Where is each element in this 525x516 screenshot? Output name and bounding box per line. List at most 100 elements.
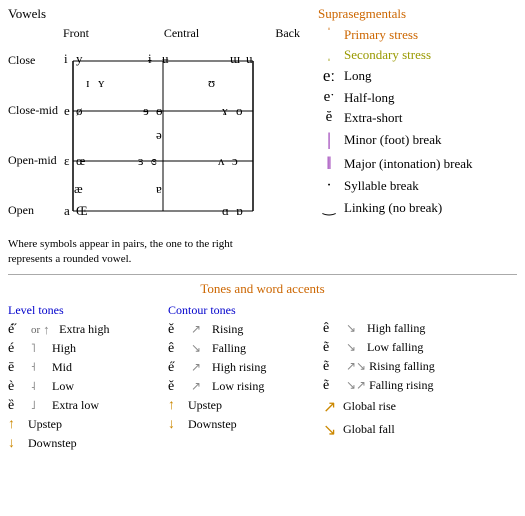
v-turned-script-a: ɒ — [236, 203, 243, 219]
row-close: Close — [8, 53, 35, 68]
v-script-a: ɑ — [222, 203, 229, 219]
tone-downstep: ↓ Downstep — [8, 436, 168, 452]
v-U: ʊ — [208, 75, 215, 91]
supra-symbol-extrashort: ĕ — [318, 109, 340, 126]
row-openmid: Open-mid — [8, 153, 57, 168]
supra-label-extrashort: Extra-short — [344, 110, 402, 126]
supra-symbol-long: eː — [318, 66, 340, 86]
supra-symbol-halflong: eˑ — [318, 89, 340, 106]
v-e: e — [64, 103, 70, 119]
supra-symbol-syllable: · — [318, 177, 340, 195]
tones-grid: Level tones é̋ or ↑ Extra high é ˥ High … — [8, 303, 517, 455]
tone-lbl-lowfalling: Low falling — [367, 340, 423, 355]
v-revG: ɞ — [151, 153, 157, 169]
tone-ex-risingfalling: ẽ — [323, 359, 343, 375]
v-wedge: ʌ — [218, 153, 225, 169]
contour-title: Contour tones — [168, 303, 323, 318]
tone-ex-fallingrising: ẽ — [323, 378, 343, 394]
v-epsilon: ɛ — [64, 153, 69, 169]
tone-ex-highrising: e̋ — [168, 360, 188, 376]
top-section: Vowels Front Central Back — [8, 6, 517, 268]
tone-globalfall: ↘ Global fall — [323, 420, 517, 440]
supra-extrashort: ĕ Extra-short — [318, 109, 517, 126]
vowel-note: Where symbols appear in pairs, the one t… — [8, 237, 298, 268]
tone-ex-lowrising: ě — [168, 379, 188, 395]
tone-bar-low: ˨ — [31, 379, 49, 394]
tone-bar-mid: ˧ — [31, 360, 49, 375]
tone-extrahigh: é̋ or ↑ Extra high — [8, 322, 168, 338]
tone-lbl-upstep: Upstep — [28, 417, 62, 432]
supra-minor: | Minor (foot) break — [318, 129, 517, 150]
tone-ex-downstep: ↓ — [8, 436, 28, 452]
tone-highrising: e̋ ↗ High rising — [168, 360, 323, 376]
v-OE: Œ — [76, 203, 88, 219]
tone-or-1: or — [31, 324, 40, 336]
level-tones: Level tones é̋ or ↑ Extra high é ˥ High … — [8, 303, 168, 455]
supra-symbol-major: ‖ — [318, 153, 340, 174]
tone-arrow-highrising: ↗ — [191, 360, 209, 375]
col-central: Central — [142, 26, 221, 41]
tone-bar-high: ˥ — [31, 341, 49, 356]
supra-symbol-linking: ‿ — [318, 198, 340, 217]
tone-falling: ê ↘ Falling — [168, 341, 323, 357]
row-open: Open — [8, 203, 34, 218]
supra-symbol-secondary: ˌ — [318, 46, 340, 63]
supra-label-minor: Minor (foot) break — [344, 132, 441, 148]
supra-label-halflong: Half-long — [344, 90, 395, 106]
supra-label-secondary: Secondary stress — [344, 47, 431, 63]
tone-lbl-highfalling: High falling — [367, 321, 425, 336]
tone-ex-mid: ē — [8, 360, 28, 376]
v-o: o — [236, 103, 243, 119]
tone-lbl-falling: Falling — [212, 341, 246, 356]
tone-lbl-globalfall: Global fall — [343, 422, 395, 437]
tone-risingfalling: ẽ ↗↘ Rising falling — [323, 359, 517, 375]
v-oe: œ — [76, 153, 85, 169]
tone-arrow-risingfalling: ↗↘ — [346, 359, 366, 374]
tone-bar-extralow: ˩ — [31, 398, 49, 413]
v-rev3: ɜ — [138, 153, 143, 169]
tone-lbl-downstep-c: Downstep — [188, 417, 237, 432]
vowels-section: Vowels Front Central Back — [8, 6, 308, 268]
tone-lbl-downstep: Downstep — [28, 436, 77, 451]
row-closemid: Close-mid — [8, 103, 58, 118]
tone-fallingrising: ẽ ↘↗ Falling rising — [323, 378, 517, 394]
v-y: y — [76, 51, 83, 67]
tone-arrow-extrahigh: ↑ — [43, 322, 59, 338]
page: Vowels Front Central Back — [0, 0, 525, 516]
supra-label-primary: Primary stress — [344, 27, 418, 43]
supra-title: Suprasegmentals — [318, 6, 517, 22]
v-i: i — [64, 51, 68, 67]
tone-highfalling: ê ↘ High falling — [323, 321, 517, 337]
tone-upstep-c: ↑ Upstep — [168, 398, 323, 414]
v-u-central: ʉ — [162, 51, 169, 67]
tone-ex-upstep: ↑ — [8, 417, 28, 433]
tone-lbl-mid: Mid — [52, 360, 72, 375]
v-open-o: ɔ — [232, 153, 238, 169]
tone-ex-lowfalling: ẽ — [323, 340, 343, 356]
tone-arrow-highfalling: ↘ — [346, 321, 364, 336]
v-rams: ɤ — [222, 103, 228, 119]
tone-extralow: ȅ ˩ Extra low — [8, 398, 168, 414]
tone-arrow-falling: ↘ — [191, 341, 209, 356]
supra-halflong: eˑ Half-long — [318, 89, 517, 106]
tone-lbl-globalrise: Global rise — [343, 399, 396, 414]
tone-ex-extralow: ȅ — [8, 398, 28, 414]
supra-major: ‖ Major (intonation) break — [318, 153, 517, 174]
tone-high: é ˥ High — [8, 341, 168, 357]
v-turned-a: ɐ — [156, 181, 162, 197]
tone-ex-rising: ě — [168, 322, 188, 338]
supra-label-linking: Linking (no break) — [344, 200, 442, 216]
tone-ex-globalfall: ↘ — [323, 420, 343, 440]
tone-lbl-low: Low — [52, 379, 74, 394]
v-schwa: ə — [156, 127, 162, 143]
tone-low: è ˨ Low — [8, 379, 168, 395]
right-tones: ê ↘ High falling ẽ ↘ Low falling ẽ ↗↘ Ri… — [323, 303, 517, 455]
tone-arrow-fallingrising: ↘↗ — [346, 378, 366, 393]
supra-secondary: ˌ Secondary stress — [318, 46, 517, 63]
tone-ex-high: é — [8, 341, 28, 357]
tone-mid: ē ˧ Mid — [8, 360, 168, 376]
tones-section: Tones and word accents Level tones é̋ or… — [8, 281, 517, 455]
supra-primary: ˈ Primary stress — [318, 26, 517, 43]
supra-label-long: Long — [344, 68, 371, 84]
vowels-title: Vowels — [8, 6, 308, 22]
